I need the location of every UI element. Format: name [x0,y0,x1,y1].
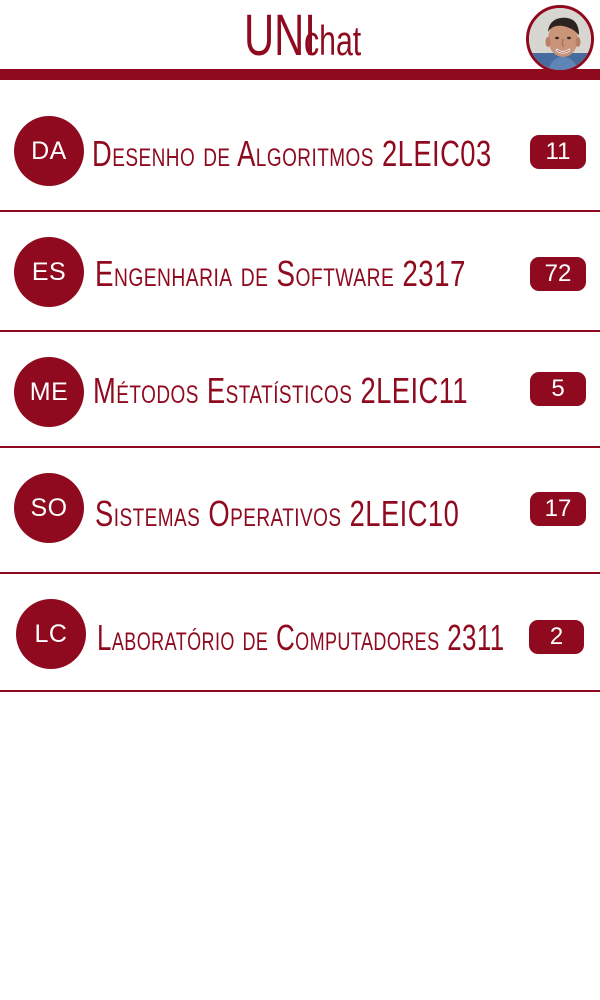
chat-avatar: LC [16,599,86,669]
chat-title: Laboratório de Computadores 2311 [97,617,505,658]
chat-item-metodos-estatisticos[interactable]: ME Métodos Estatísticos 2LEIC11 5 [0,332,600,448]
chat-title: Engenharia de Software 2317 [95,253,466,294]
chat-item-engenharia-de-software[interactable]: ES Engenharia de Software 2317 72 [0,212,600,332]
chat-item-sistemas-operativos[interactable]: SO Sistemas Operativos 2LEIC10 17 [0,448,600,574]
unread-badge: 72 [530,257,586,291]
chat-avatar: SO [14,473,84,543]
unread-badge: 5 [530,372,586,406]
unread-badge: 2 [529,620,584,654]
chat-item-laboratorio-de-computadores[interactable]: LC Laboratório de Computadores 2311 2 [0,574,600,692]
unread-badge: 17 [530,492,586,526]
app-title: UNIchat [0,7,600,65]
chat-avatar: ME [14,357,84,427]
avatar[interactable] [526,5,594,73]
chat-title: Sistemas Operativos 2LEIC10 [95,493,460,534]
chat-list: DA Desenho de Algoritmos 2LEIC03 11 ES E… [0,91,600,692]
app-title-sub: chat [304,17,362,64]
unread-badge: 11 [530,135,586,169]
chat-title: Métodos Estatísticos 2LEIC11 [93,370,469,411]
chat-title: Desenho de Algoritmos 2LEIC03 [92,133,492,174]
chat-avatar: ES [14,237,84,307]
chat-avatar: DA [14,116,84,186]
app-header: UNIchat [0,0,600,80]
chat-item-desenho-de-algoritmos[interactable]: DA Desenho de Algoritmos 2LEIC03 11 [0,91,600,212]
